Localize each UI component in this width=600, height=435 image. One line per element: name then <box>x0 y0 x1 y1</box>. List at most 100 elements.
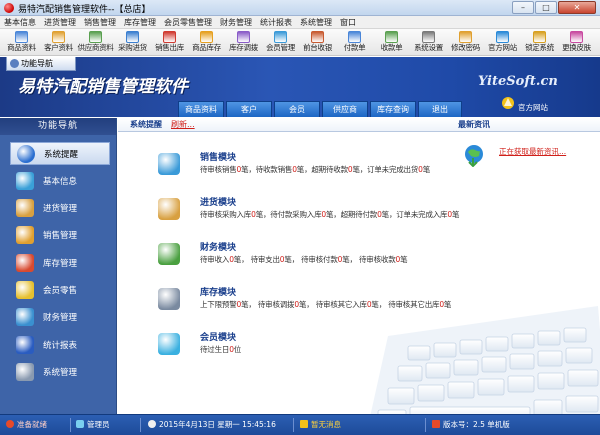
website-icon[interactable] <box>500 95 516 111</box>
module-text: 笔，订单未完成出货 <box>352 165 419 174</box>
toolbar-button[interactable]: 收款单 <box>373 29 410 56</box>
product-icon <box>15 31 28 43</box>
reminder-tab[interactable]: 系统提醒 <box>130 119 162 130</box>
nav-tab-members[interactable]: 会员 <box>274 101 320 117</box>
toolbar-button[interactable]: 采购进货 <box>114 29 151 56</box>
toolbar-button[interactable]: 前台收银 <box>299 29 336 56</box>
toolbar-button[interactable]: 付款单 <box>336 29 373 56</box>
toolbar-button[interactable]: 商品资料 <box>3 29 40 56</box>
box-in-icon <box>16 199 34 218</box>
sidebar-item[interactable]: 统计报表 <box>10 333 110 356</box>
nav-tab-customers[interactable]: 客户 <box>226 101 272 117</box>
sidebar-item-label: 库存管理 <box>43 258 78 269</box>
sidebar-header: 功能导航 <box>0 118 116 135</box>
minimize-button[interactable]: – <box>512 1 534 14</box>
toolbar-button[interactable]: 官方网站 <box>484 29 521 56</box>
function-nav-tab[interactable]: 功能导航 <box>6 57 76 71</box>
sidebar: 功能导航 系统提醒基本信息进货管理销售管理库存管理会员零售财务管理统计报表系统管… <box>0 118 117 414</box>
warehouse-icon <box>16 253 34 272</box>
module-title[interactable]: 库存模块 <box>200 285 236 298</box>
menu-sales[interactable]: 销售管理 <box>80 16 120 28</box>
status-version-text: 版本号：2.5 单机版 <box>443 420 510 429</box>
toolbar-button[interactable]: 会员管理 <box>262 29 299 56</box>
website-link[interactable]: 官方网站 <box>518 102 548 113</box>
sidebar-item[interactable]: 进货管理 <box>10 197 110 220</box>
sidebar-item[interactable]: 库存管理 <box>10 251 110 274</box>
sidebar-item-label: 基本信息 <box>43 176 78 187</box>
password-icon <box>459 31 472 43</box>
finance-icon <box>16 308 34 327</box>
app-icon <box>4 3 14 13</box>
status-bar: 准备就绪 管理员 2015年4月13日 星期一 15:45:16 暂无消息 版本… <box>0 414 600 435</box>
close-button[interactable]: ✕ <box>558 1 596 14</box>
module-description: 待审核销售0笔，待收款销售0笔，超期待收款0笔，订单未完成出货0笔 <box>200 164 430 175</box>
menu-purchase[interactable]: 进货管理 <box>40 16 80 28</box>
window-title: 易特汽配销售管理软件--【总店】 <box>18 5 151 15</box>
status-message-text: 暂无消息 <box>311 420 341 429</box>
module-text: 上下限预警 <box>200 300 237 309</box>
status-divider <box>425 418 426 432</box>
nav-tab-exit[interactable]: 退出 <box>418 101 462 117</box>
sidebar-item[interactable]: 销售管理 <box>10 224 110 247</box>
toolbar-button[interactable]: 商品库存 <box>188 29 225 56</box>
clock-icon <box>148 420 156 428</box>
menu-system[interactable]: 系统管理 <box>296 16 336 28</box>
status-divider <box>140 418 141 432</box>
maximize-button[interactable]: □ <box>535 1 557 14</box>
module-text: 笔，待收款销售 <box>241 165 293 174</box>
module-text: 笔，超期待收款 <box>296 165 348 174</box>
toolbar-button[interactable]: 更换皮肤 <box>558 29 595 56</box>
module-title[interactable]: 进货模块 <box>200 195 236 208</box>
menu-member-retail[interactable]: 会员零售管理 <box>160 16 216 28</box>
module-title[interactable]: 会员模块 <box>200 330 236 343</box>
status-divider <box>293 418 294 432</box>
module-title[interactable]: 财务模块 <box>200 240 236 253</box>
app-title: 易特汽配销售管理软件 <box>18 77 188 97</box>
status-user-text: 管理员 <box>87 420 110 429</box>
toolbar-button[interactable]: 供应商资料 <box>77 29 114 56</box>
brand-logo-text: YiteSoft.cn <box>478 74 558 89</box>
sales-icon <box>163 31 176 43</box>
toolbar-button[interactable]: 销售出库 <box>151 29 188 56</box>
status-ready-text: 准备就绪 <box>17 420 47 429</box>
sidebar-item[interactable]: 系统提醒 <box>10 142 110 165</box>
sidebar-item[interactable]: 基本信息 <box>10 169 110 192</box>
menu-inventory[interactable]: 库存管理 <box>120 16 160 28</box>
nav-tab-inventory-query[interactable]: 库存查询 <box>370 101 416 117</box>
menu-reports[interactable]: 统计报表 <box>256 16 296 28</box>
toolbar-button[interactable]: 修改密码 <box>447 29 484 56</box>
toolbar-button-label: 系统设置 <box>414 43 443 52</box>
report-icon <box>16 335 34 354</box>
module-text: 笔， 待审核收款 <box>342 255 396 264</box>
sidebar-item[interactable]: 会员零售 <box>10 279 110 302</box>
toolbar-button-label: 前台收银 <box>303 43 332 52</box>
toolbar-button-label: 付款单 <box>343 43 366 52</box>
cubes-icon <box>16 171 34 190</box>
module-title[interactable]: 销售模块 <box>200 150 236 163</box>
menu-basic-info[interactable]: 基本信息 <box>0 16 40 28</box>
toolbar-button[interactable]: 系统设置 <box>410 29 447 56</box>
nav-tab-products[interactable]: 商品资料 <box>178 101 224 117</box>
payment-icon <box>348 31 361 43</box>
module-text: 笔， 待审支出 <box>233 255 280 264</box>
module-text: 待审核采购入库 <box>200 210 252 219</box>
purchase-icon <box>126 31 139 43</box>
sidebar-item-label: 会员零售 <box>43 286 78 296</box>
module-description: 待审核采购入库0笔，待付款采购入库0笔，超期待付款0笔，订单未完成入库0笔 <box>200 209 459 220</box>
toolbar-button[interactable]: 客户资料 <box>40 29 77 56</box>
toolbar-button[interactable]: 库存调拨 <box>225 29 262 56</box>
nav-tab-suppliers[interactable]: 供应商 <box>322 101 368 117</box>
member-icon <box>16 281 34 299</box>
menu-window[interactable]: 窗口 <box>336 16 360 28</box>
refresh-link[interactable]: 刷新... <box>171 119 195 130</box>
sidebar-item[interactable]: 系统管理 <box>10 360 110 383</box>
sidebar-item[interactable]: 财务管理 <box>10 306 110 329</box>
toolbar-button[interactable]: 锁定系统 <box>521 29 558 56</box>
status-divider <box>70 418 71 432</box>
module-text: 笔 <box>400 255 408 264</box>
news-link[interactable]: 正在获取最新资讯... <box>499 146 566 157</box>
menu-finance[interactable]: 财务管理 <box>216 16 256 28</box>
info-icon <box>17 144 35 163</box>
cashier-icon <box>311 31 324 43</box>
status-message[interactable]: 暂无消息 <box>300 419 341 431</box>
